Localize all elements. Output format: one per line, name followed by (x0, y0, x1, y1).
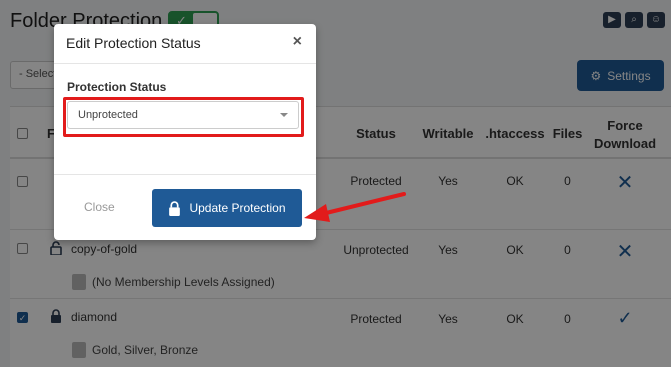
modal-header: Edit Protection Status × (54, 24, 316, 64)
protection-status-label: Protection Status (67, 80, 167, 94)
pointer-arrow-icon (304, 192, 406, 222)
modal-footer-divider (54, 174, 316, 175)
close-button[interactable]: Close (84, 200, 115, 214)
lock-icon (169, 200, 181, 216)
highlight-box (63, 97, 304, 137)
close-icon[interactable]: × (293, 33, 302, 51)
modal-title: Edit Protection Status (66, 35, 201, 51)
update-button-label: Update Protection (189, 201, 286, 215)
update-protection-button[interactable]: Update Protection (152, 189, 302, 227)
